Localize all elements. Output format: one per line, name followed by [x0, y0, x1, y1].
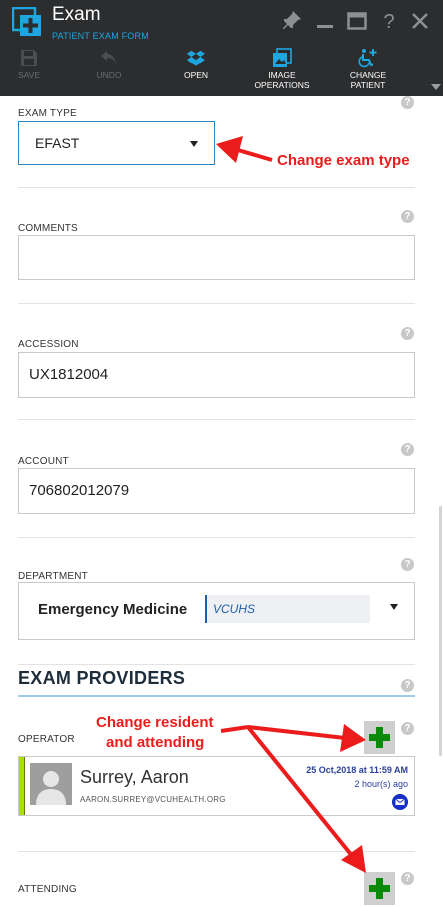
accession-label: ACCESSION	[18, 339, 79, 350]
attending-help-icon[interactable]: ?	[401, 872, 414, 885]
accession-help-icon[interactable]: ?	[401, 327, 414, 340]
exam-plus-icon	[12, 7, 41, 36]
scrollbar-thumb[interactable]	[439, 506, 442, 756]
undo-button[interactable]: UNDO	[72, 48, 146, 94]
department-code: VCUHS	[205, 595, 370, 623]
image-operations-label-2: OPERATIONS	[254, 80, 310, 90]
operator-time-ago: 2 hour(s) ago	[354, 779, 408, 789]
comments-label: COMMENTS	[18, 223, 78, 234]
account-label: ACCOUNT	[18, 456, 69, 467]
image-operations-button[interactable]: IMAGE OPERATIONS	[245, 48, 319, 94]
comments-help-icon[interactable]: ?	[401, 210, 414, 223]
providers-help-icon[interactable]: ?	[401, 679, 414, 692]
change-patient-label-1: CHANGE	[349, 70, 387, 80]
change-patient-label-2: PATIENT	[350, 80, 386, 90]
change-patient-button[interactable]: CHANGE PATIENT	[331, 48, 405, 94]
image-operations-label-1: IMAGE	[268, 70, 296, 80]
annotation-providers-line1: Change resident	[96, 714, 214, 731]
arrow-head	[216, 136, 243, 163]
toolbar-overflow-icon[interactable]	[431, 84, 441, 90]
dropbox-icon	[186, 50, 205, 66]
divider	[18, 419, 415, 420]
images-icon	[273, 48, 292, 67]
department-help-icon[interactable]: ?	[401, 558, 414, 571]
operator-name: Surrey, Aaron	[80, 767, 189, 787]
minimize-icon[interactable]	[314, 10, 336, 32]
scrollbar[interactable]	[437, 96, 443, 907]
accessible-plus-icon	[358, 49, 377, 68]
section-title-exam-providers: EXAM PROVIDERS	[18, 668, 186, 688]
exam-type-help-icon[interactable]: ?	[401, 96, 414, 109]
operator-label: OPERATOR	[18, 734, 75, 745]
avatar	[30, 763, 72, 805]
window-subtitle: PATIENT EXAM FORM	[52, 31, 149, 41]
accession-field[interactable]: UX1812004	[18, 352, 415, 398]
chevron-down-icon	[190, 141, 198, 147]
attending-label: ATTENDING	[18, 884, 77, 895]
department-label: DEPARTMENT	[18, 571, 88, 582]
exam-window: Exam PATIENT EXAM FORM ? SAVE UNDO OPEN …	[0, 0, 443, 907]
close-icon[interactable]	[409, 10, 431, 32]
annotation-providers-line2: and attending	[106, 734, 205, 751]
exam-type-label: EXAM TYPE	[18, 108, 77, 119]
operator-card[interactable]: Surrey, Aaron AARON.SURREY@VCUHEALTH.ORG…	[18, 756, 415, 816]
open-button[interactable]: OPEN	[159, 48, 233, 94]
exam-type-value: EFAST	[35, 135, 80, 151]
add-attending-button[interactable]	[364, 872, 395, 905]
operator-date: 25 Oct,2018 at 11:59 AM	[306, 765, 408, 775]
save-label: SAVE	[17, 70, 41, 80]
comments-field[interactable]	[18, 235, 415, 280]
window-title: Exam	[52, 4, 101, 25]
exam-type-select[interactable]: EFAST	[18, 121, 215, 165]
svg-text:?: ?	[383, 11, 394, 32]
operator-email: AARON.SURREY@VCUHEALTH.ORG	[80, 795, 226, 804]
divider	[18, 187, 415, 188]
maximize-icon[interactable]	[346, 10, 368, 32]
save-icon	[21, 50, 37, 66]
status-bar	[19, 757, 25, 815]
pin-icon[interactable]	[281, 10, 303, 32]
mail-icon[interactable]	[392, 794, 408, 810]
save-button[interactable]: SAVE	[0, 48, 66, 94]
open-label: OPEN	[183, 70, 209, 80]
account-field[interactable]: 706802012079	[18, 468, 415, 514]
section-underline	[18, 695, 415, 697]
department-select[interactable]: Emergency Medicine VCUHS	[18, 582, 415, 640]
annotation-exam-type: Change exam type	[277, 152, 410, 169]
operator-help-icon[interactable]: ?	[401, 722, 414, 735]
divider	[18, 851, 415, 852]
divider	[18, 537, 415, 538]
divider	[18, 664, 415, 665]
undo-label: UNDO	[96, 70, 122, 80]
chevron-down-icon	[390, 604, 398, 610]
add-operator-button[interactable]	[364, 721, 395, 754]
divider	[18, 303, 415, 304]
account-help-icon[interactable]: ?	[401, 443, 414, 456]
help-icon[interactable]: ?	[378, 10, 400, 32]
department-name: Emergency Medicine	[38, 601, 188, 618]
title-bar: Exam PATIENT EXAM FORM ? SAVE UNDO OPEN …	[0, 0, 443, 96]
undo-icon	[101, 51, 116, 64]
